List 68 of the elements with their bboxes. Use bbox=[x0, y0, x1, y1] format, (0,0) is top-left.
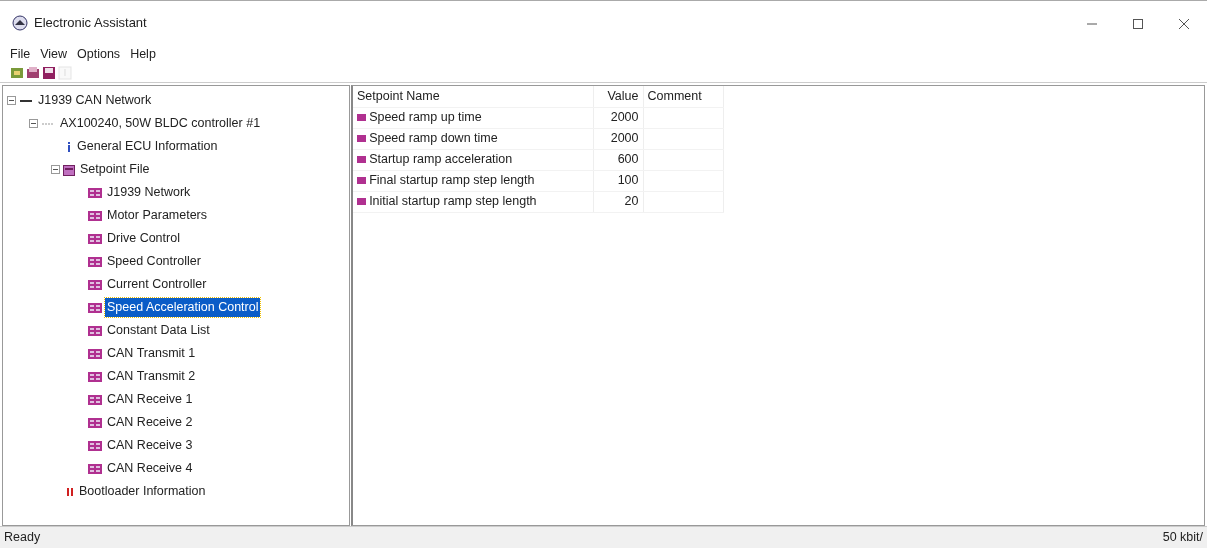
value-cell: 2000 bbox=[593, 107, 643, 128]
column-header[interactable]: Value bbox=[593, 86, 643, 107]
column-header[interactable]: Setpoint Name bbox=[353, 86, 593, 107]
tree-item[interactable]: General ECU Information bbox=[75, 137, 220, 156]
setpoint-icon bbox=[88, 210, 102, 221]
setpoint-icon bbox=[357, 114, 366, 122]
setpoint-icon bbox=[357, 135, 366, 143]
tree-item[interactable]: Constant Data List bbox=[105, 321, 212, 340]
setpoint-name-cell: Final startup ramp step length bbox=[353, 170, 593, 191]
tree-item[interactable]: Drive Control bbox=[105, 229, 182, 248]
tree-item[interactable]: AX100240, 50W BLDC controller #1 bbox=[58, 114, 263, 133]
menu-item[interactable]: Options bbox=[77, 44, 121, 64]
tree-item[interactable]: CAN Receive 1 bbox=[105, 390, 195, 409]
setpoint-icon bbox=[88, 348, 102, 359]
bitrate-text: 50 kbit/ bbox=[1162, 529, 1203, 547]
value-cell: 20 bbox=[593, 191, 643, 212]
setpoint-icon bbox=[88, 371, 102, 382]
disk-button[interactable] bbox=[42, 65, 56, 80]
tree-item[interactable]: Bootloader Information bbox=[77, 482, 208, 501]
setpoint-icon bbox=[88, 256, 102, 267]
setpoint-icon bbox=[357, 156, 366, 164]
network-button[interactable] bbox=[10, 65, 24, 80]
menu-item[interactable]: Help bbox=[130, 44, 156, 64]
setpoint-name-cell: Startup ramp acceleration bbox=[353, 149, 593, 170]
setpoint-icon bbox=[357, 177, 366, 185]
expand-toggle[interactable] bbox=[51, 165, 60, 174]
close-icon bbox=[1179, 18, 1189, 29]
tree-item[interactable]: CAN Receive 2 bbox=[105, 413, 195, 432]
setpoint-icon bbox=[88, 440, 102, 451]
expand-toggle[interactable] bbox=[29, 119, 38, 128]
tree-item[interactable]: J1939 Network bbox=[105, 183, 193, 202]
value-cell: 100 bbox=[593, 170, 643, 191]
tree-item[interactable]: Current Controller bbox=[105, 275, 209, 294]
setpoint-name-cell: Initial startup ramp step length bbox=[353, 191, 593, 212]
boot-icon bbox=[66, 486, 74, 497]
tree-item[interactable]: CAN Receive 3 bbox=[105, 436, 195, 455]
setpoint-icon bbox=[88, 463, 102, 474]
window-title: Electronic Assistant bbox=[34, 14, 147, 33]
tree-item[interactable]: Speed Controller bbox=[105, 252, 203, 271]
setpoint-icon bbox=[88, 302, 102, 313]
info-icon bbox=[66, 140, 72, 153]
tree-item[interactable]: Motor Parameters bbox=[105, 206, 210, 225]
setpoint-icon bbox=[88, 325, 102, 336]
tree-item[interactable]: J1939 CAN Network bbox=[36, 91, 154, 110]
setpoint-icon bbox=[357, 198, 366, 206]
expand-toggle[interactable] bbox=[7, 96, 16, 105]
value-cell: 2000 bbox=[593, 128, 643, 149]
tree-item[interactable]: CAN Transmit 1 bbox=[105, 344, 198, 363]
maximize-icon bbox=[1133, 18, 1143, 29]
setpoint-icon bbox=[88, 279, 102, 290]
value-cell: 600 bbox=[593, 149, 643, 170]
setpoint-icon bbox=[88, 417, 102, 428]
tree-item[interactable]: Setpoint File bbox=[78, 160, 152, 179]
column-header[interactable]: Comment bbox=[643, 86, 723, 107]
setpoint-icon bbox=[88, 187, 102, 198]
menu-item[interactable]: File bbox=[10, 44, 31, 64]
setpoint-icon bbox=[88, 394, 102, 405]
app-logo-icon bbox=[12, 15, 28, 31]
tree-item[interactable]: Speed Acceleration Control bbox=[105, 298, 261, 317]
tree-item[interactable]: CAN Receive 4 bbox=[105, 459, 195, 478]
folder-button[interactable] bbox=[26, 65, 40, 80]
setpoint-icon bbox=[88, 233, 102, 244]
setpoint-name-cell: Speed ramp up time bbox=[353, 107, 593, 128]
tree-item[interactable]: CAN Transmit 2 bbox=[105, 367, 198, 386]
status-text: Ready bbox=[4, 529, 41, 547]
setpoint-name-cell: Speed ramp down time bbox=[353, 128, 593, 149]
menu-item[interactable]: View bbox=[40, 44, 68, 64]
folder-icon bbox=[63, 163, 75, 176]
